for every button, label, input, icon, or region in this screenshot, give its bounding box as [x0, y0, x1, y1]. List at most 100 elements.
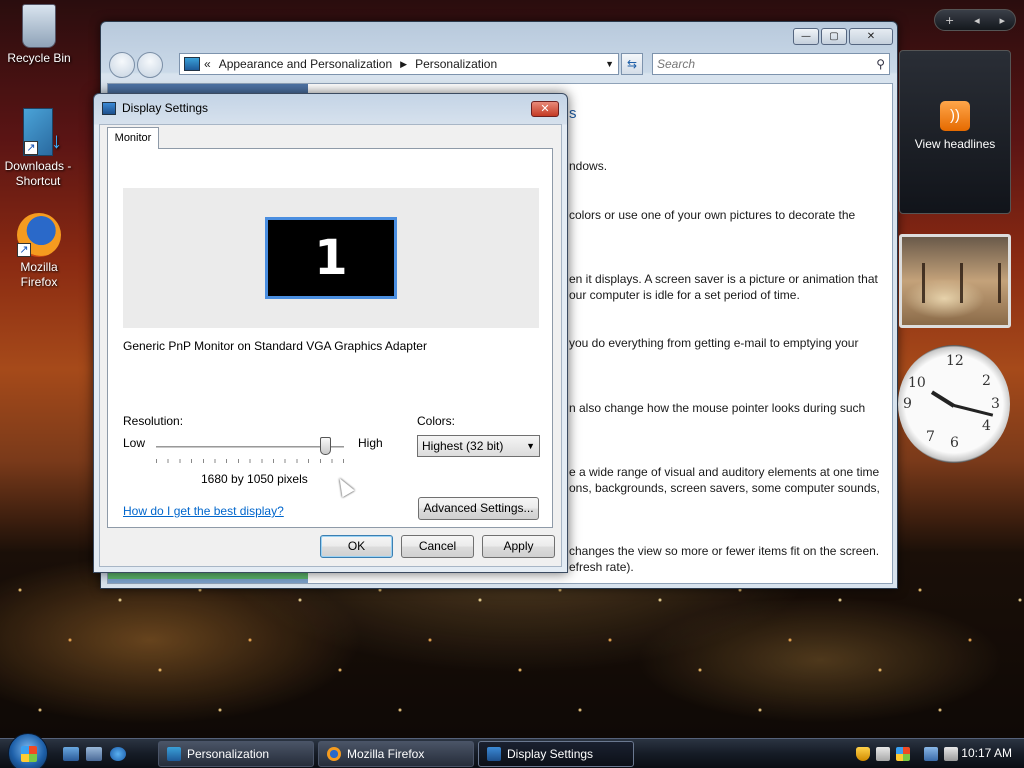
internet-explorer-icon[interactable]: [110, 747, 126, 761]
display-settings-dialog[interactable]: Display Settings ✕ Monitor 1 Generic PnP…: [93, 93, 568, 573]
next-icon[interactable]: ▸: [1000, 14, 1006, 27]
dialog-body: Monitor 1 Generic PnP Monitor on Standar…: [99, 124, 562, 567]
feed-headlines-gadget[interactable]: )) View headlines: [899, 50, 1011, 214]
sidebar-controls: + ◂ ▸: [934, 9, 1016, 31]
firefox-icon: ↗: [17, 213, 61, 257]
cancel-button[interactable]: Cancel: [401, 535, 474, 558]
volume-muted-icon[interactable]: [944, 747, 958, 761]
text-fragment: ndows.: [569, 159, 608, 173]
taskbar-clock[interactable]: 10:17 AM: [961, 746, 1012, 760]
text-fragment: you do everything from getting e-mail to…: [569, 336, 859, 350]
download-arrow-icon: ↓: [51, 128, 62, 153]
tab-monitor[interactable]: Monitor: [107, 127, 159, 149]
network-icon[interactable]: [924, 747, 938, 761]
add-gadget-icon[interactable]: +: [945, 14, 954, 27]
maximize-button[interactable]: ▢: [821, 28, 847, 45]
slideshow-gadget[interactable]: [899, 234, 1011, 328]
text-fragment: e a wide range of visual and auditory el…: [569, 465, 880, 479]
display-settings-icon: [487, 747, 501, 761]
colors-selected-value: Highest (32 bit): [422, 439, 504, 453]
monitor-1-tile[interactable]: 1: [265, 217, 397, 299]
apply-button[interactable]: Apply: [482, 535, 555, 558]
downloads-shortcut-label: Downloads - Shortcut: [4, 159, 72, 188]
rss-icon: )): [940, 101, 970, 131]
resolution-label: Resolution:: [123, 414, 184, 428]
text-fragment: n also change how the mouse pointer look…: [569, 401, 866, 415]
text-fragment: our computer is idle for a set period of…: [569, 288, 800, 302]
text-fragment: colors or use one of your own pictures t…: [569, 208, 856, 222]
dialog-close-button[interactable]: ✕: [531, 101, 559, 117]
task-label: Mozilla Firefox: [347, 747, 425, 761]
control-panel-icon: [184, 57, 200, 71]
shortcut-arrow-icon: ↗: [17, 243, 31, 257]
start-button[interactable]: [8, 733, 48, 768]
tree-landscape-image: [902, 263, 1008, 303]
text-fragment: en it displays. A screen saver is a pict…: [569, 272, 878, 286]
address-bar[interactable]: « Appearance and Personalization ▶ Perso…: [179, 53, 619, 75]
refresh-button[interactable]: ⇆: [621, 53, 643, 75]
folder-icon: ↓ ↗: [23, 108, 62, 156]
resolution-value: 1680 by 1050 pixels: [201, 472, 308, 486]
task-label: Personalization: [187, 747, 270, 761]
resolution-slider-ticks: [156, 459, 344, 463]
taskbar: Personalization Mozilla Firefox Display …: [0, 733, 1024, 768]
text-fragment: changes the view so more or fewer items …: [569, 544, 880, 558]
colors-dropdown[interactable]: Highest (32 bit) ▼: [417, 435, 540, 457]
colors-label: Colors:: [417, 414, 456, 428]
monitor-arrangement-area: 1: [123, 188, 539, 328]
feed-label: View headlines: [914, 137, 996, 151]
text-fragment: ons, backgrounds, screen savers, some co…: [569, 481, 880, 495]
recycle-bin-desktop-icon[interactable]: Recycle Bin: [1, 4, 77, 66]
chevron-down-icon[interactable]: ▼: [605, 59, 614, 69]
switch-windows-icon[interactable]: [86, 747, 102, 761]
recycle-bin-icon: [22, 4, 56, 48]
search-input[interactable]: Search ⚲: [652, 53, 890, 75]
recycle-bin-label: Recycle Bin: [7, 51, 71, 65]
task-display-settings[interactable]: Display Settings: [478, 741, 634, 767]
minimize-button[interactable]: —: [793, 28, 819, 45]
monitor-tab-panel: 1 Generic PnP Monitor on Standard VGA Gr…: [107, 148, 553, 528]
best-display-help-link[interactable]: How do I get the best display?: [123, 504, 284, 518]
search-placeholder: Search: [657, 57, 696, 71]
breadcrumb-overflow[interactable]: «: [204, 57, 211, 71]
firefox-icon: [327, 747, 341, 761]
hour-hand: [930, 390, 956, 408]
prev-icon[interactable]: ◂: [974, 14, 980, 27]
control-panel-icon: [167, 747, 181, 761]
windows-update-icon[interactable]: [896, 747, 910, 761]
dialog-title: Display Settings: [122, 101, 209, 115]
ok-button[interactable]: OK: [320, 535, 393, 558]
resolution-slider-track[interactable]: [156, 446, 344, 448]
breadcrumb-appearance[interactable]: Appearance and Personalization: [219, 57, 392, 71]
page-title-fragment: s: [569, 105, 577, 122]
windows-logo-icon: [21, 746, 37, 762]
window-controls: — ▢ ✕: [793, 28, 893, 45]
task-firefox[interactable]: Mozilla Firefox: [318, 741, 474, 767]
clock-gadget[interactable]: 12 2 3 4 6 7 9 10: [898, 345, 1010, 463]
forward-button[interactable]: [137, 52, 163, 78]
firefox-desktop-icon[interactable]: ↗ Mozilla Firefox: [1, 213, 77, 290]
resolution-low-label: Low: [123, 436, 146, 450]
task-label: Display Settings: [507, 747, 594, 761]
close-button[interactable]: ✕: [849, 28, 893, 45]
monitor-name: Generic PnP Monitor on Standard VGA Grap…: [123, 339, 427, 353]
text-fragment: efresh rate).: [569, 560, 634, 574]
show-desktop-icon[interactable]: [63, 747, 79, 761]
downloads-shortcut-desktop-icon[interactable]: ↓ ↗ Downloads - Shortcut: [0, 108, 76, 189]
task-personalization[interactable]: Personalization: [158, 741, 314, 767]
security-shield-icon[interactable]: [856, 747, 870, 761]
chevron-down-icon: ▼: [526, 441, 535, 451]
breadcrumb-personalization[interactable]: Personalization: [415, 57, 497, 71]
minute-hand: [953, 404, 994, 417]
advanced-settings-button[interactable]: Advanced Settings...: [418, 497, 539, 520]
safely-remove-icon[interactable]: [876, 747, 890, 761]
breadcrumb-separator-icon: ▶: [400, 58, 408, 69]
dialog-title-bar: Display Settings: [102, 101, 208, 115]
resolution-high-label: High: [358, 436, 383, 450]
resolution-slider-thumb[interactable]: [319, 437, 331, 455]
search-icon[interactable]: ⚲: [876, 54, 885, 74]
back-button[interactable]: [109, 52, 135, 78]
shortcut-arrow-icon: ↗: [24, 141, 38, 155]
display-settings-icon: [102, 101, 116, 115]
firefox-label: Mozilla Firefox: [20, 260, 58, 289]
